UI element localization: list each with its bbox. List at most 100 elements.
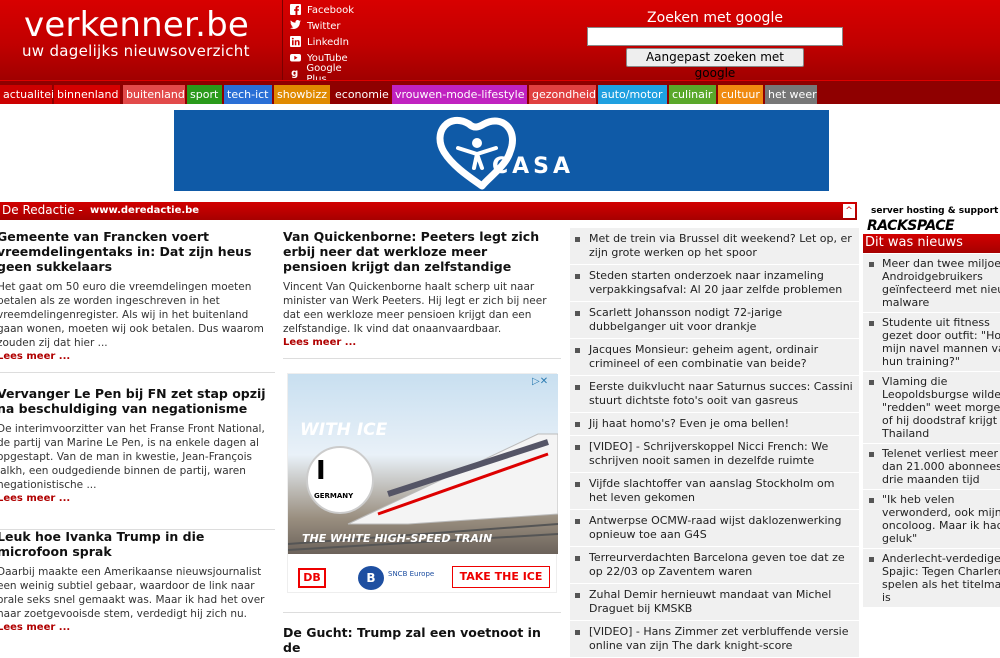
social-link-twitter[interactable]: Twitter [289,18,341,34]
badge-country: GERMANY [314,492,354,500]
divider [283,358,561,359]
article: Van Quickenborne: Peeters legt zich erbi… [283,229,555,348]
bullet-icon [575,422,580,427]
rackspace-ad[interactable]: server hosting & support RACKSPACE [865,204,1000,234]
old-news-item[interactable]: "Ik heb velen verwonderd, ook mijn oncol… [863,490,1000,549]
article-title[interactable]: Gemeente van Francken voert vreemdelinge… [0,229,269,274]
news-list-text: [VIDEO] - Hans Zimmer zet verbluffende v… [589,625,849,652]
nav-category-binnenland[interactable]: binnenland [54,85,120,104]
old-news-item[interactable]: Vlaming die Leopoldsburgse wilde "redden… [863,372,1000,444]
news-list-item[interactable]: Eerste duikvlucht naar Saturnus succes: … [570,376,859,413]
news-list-item[interactable]: Jij haat homo's? Even je oma bellen! [570,413,859,436]
old-news-item[interactable]: Studente uit fitness gezet door outfit: … [863,313,1000,372]
search-button[interactable]: Aangepast zoeken met google [626,48,804,80]
news-list-item[interactable]: [VIDEO] - Hans Zimmer zet verbluffende v… [570,621,859,658]
old-news-list: Meer dan twee miljoen Androidgebruikers … [863,254,1000,608]
article: Leuk hoe Ivanka Trump in die microfoon s… [0,529,269,633]
news-list-item[interactable]: Met de trein via Brussel dit weekend? Le… [570,228,859,265]
news-list-item[interactable]: Steden starten onderzoek naar inzameling… [570,265,859,302]
nav-category-buitenland[interactable]: buitenland [123,85,185,104]
bullet-icon [575,385,580,390]
old-news-text: Telenet verliest meer dan 21.000 abonnee… [882,447,1000,486]
old-news-item[interactable]: Anderlecht-verdediger Spajic: Tegen Char… [863,549,1000,608]
nav-category-actualiteit[interactable]: actualiteit [0,85,58,104]
nav-category-sport[interactable]: sport [187,85,222,104]
nav-category-economie[interactable]: economie [332,85,390,104]
read-more-link[interactable]: Lees meer ... [0,351,269,362]
bullet-icon [869,557,874,562]
nav-category-het-weer[interactable]: het weer [765,85,817,104]
social-link-linkedin[interactable]: LinkedIn [289,34,349,50]
social-label: Twitter [307,20,341,32]
bullet-icon [575,445,580,450]
news-list-item[interactable]: Vijfde slachtoffer van aanslag Stockholm… [570,473,859,510]
ad-image: WITH ICE I GERMANY THE WHITE HIGH-SPEED … [288,374,558,554]
rack-logo: RACKSPACE [867,218,955,234]
old-news-text: Meer dan twee miljoen Androidgebruikers … [882,257,1000,309]
section-title: De Redactie - [2,203,83,217]
news-list-item[interactable]: Zuhal Demir hernieuwt mandaat van Michel… [570,584,859,621]
news-list-text: Vijfde slachtoffer van aanslag Stockholm… [589,477,835,504]
site-logo[interactable]: verkenner.be [24,6,249,44]
news-list-text: Jij haat homo's? Even je oma bellen! [589,417,790,430]
adchoices-icon[interactable]: ▷✕ [532,376,556,388]
news-list-text: Steden starten onderzoek naar inzameling… [589,269,843,296]
read-more-link[interactable]: Lees meer ... [0,622,269,633]
section-source-link[interactable]: www.deredactie.be [90,205,199,216]
news-list-item[interactable]: [VIDEO] - Schrijverskoppel Nicci French:… [570,436,859,473]
nav-category-vrouwen-mode-lifestyle[interactable]: vrouwen-mode-lifestyle [392,85,527,104]
news-list-text: Jacques Monsieur: geheim agent, ordinair… [589,343,819,370]
read-more-link[interactable]: Lees meer ... [283,337,555,348]
bullet-icon [575,630,580,635]
article-title[interactable]: Leuk hoe Ivanka Trump in die microfoon s… [0,529,269,559]
news-list-item[interactable]: Scarlett Johansson nodigt 72-jarige dubb… [570,302,859,339]
nav-category-showbizz[interactable]: showbizz [274,85,330,104]
news-list-text: Met de trein via Brussel dit weekend? Le… [589,232,852,259]
social-label: Facebook [307,4,354,16]
social-links: Facebook Twitter LinkedIn YouTube g Goog… [282,0,362,85]
linkedin-icon [289,36,301,48]
nav-category-auto-motor[interactable]: auto/motor [598,85,667,104]
news-list-item[interactable]: Antwerpse OCMW-raad wijst daklozenwerkin… [570,510,859,547]
ice-train-ad[interactable]: WITH ICE I GERMANY THE WHITE HIGH-SPEED … [287,373,558,594]
news-list-text: Eerste duikvlucht naar Saturnus succes: … [589,380,853,407]
old-news-text: Studente uit fitness gezet door outfit: … [882,316,1000,368]
old-news-item[interactable]: Meer dan twee miljoen Androidgebruikers … [863,254,1000,313]
search-title: Zoeken met google [647,10,783,26]
article-summary: Daarbij maakte een Amerikaanse nieuwsjou… [0,566,265,620]
search-input[interactable] [587,27,843,46]
article-summary: Vincent Van Quickenborne haalt scherp ui… [283,281,547,335]
bullet-icon [869,262,874,267]
sncb-text: SNCB Europe [388,570,435,578]
old-news-text: Vlaming die Leopoldsburgse wilde "redden… [882,375,1000,440]
article-title[interactable]: De Gucht: Trump zal een voetnoot in de [283,625,555,655]
news-headline-list: Met de trein via Brussel dit weekend? Le… [570,228,859,658]
bullet-icon [575,311,580,316]
db-logo: DB [298,568,326,588]
redactie-section-header: De Redactie - www.deredactie.be ^ [0,202,857,220]
nav-category-culinair[interactable]: culinair [669,85,716,104]
article-title[interactable]: Vervanger Le Pen bij FN zet stap opzij n… [0,386,269,416]
news-list-item[interactable]: Terreurverdachten Barcelona geven toe da… [570,547,859,584]
old-news-item[interactable]: Telenet verliest meer dan 21.000 abonnee… [863,444,1000,490]
bullet-icon [575,519,580,524]
news-list-text: Terreurverdachten Barcelona geven toe da… [589,551,845,578]
rack-ad-top: server hosting & support [871,206,999,216]
news-list-item[interactable]: Jacques Monsieur: geheim agent, ordinair… [570,339,859,376]
read-more-link[interactable]: Lees meer ... [0,493,269,504]
article: Gemeente van Francken voert vreemdelinge… [0,229,269,362]
collapse-button[interactable]: ^ [843,204,855,218]
bullet-icon [869,380,874,385]
news-list-text: [VIDEO] - Schrijverskoppel Nicci French:… [589,440,829,467]
social-link-facebook[interactable]: Facebook [289,2,354,18]
ad-logo-row: DB B SNCB Europe TAKE THE ICE [288,560,558,594]
casa-banner-ad[interactable]: CASA [174,110,829,191]
nav-category-tech-ict[interactable]: tech-ict [224,85,272,104]
nav-category-cultuur[interactable]: cultuur [718,85,763,104]
take-the-ice-button[interactable]: TAKE THE ICE [452,566,550,588]
social-label: LinkedIn [307,36,349,48]
bullet-icon [575,556,580,561]
twitter-icon [289,20,301,32]
article-title[interactable]: Van Quickenborne: Peeters legt zich erbi… [283,229,555,274]
nav-category-gezondheid[interactable]: gezondheid [529,85,596,104]
